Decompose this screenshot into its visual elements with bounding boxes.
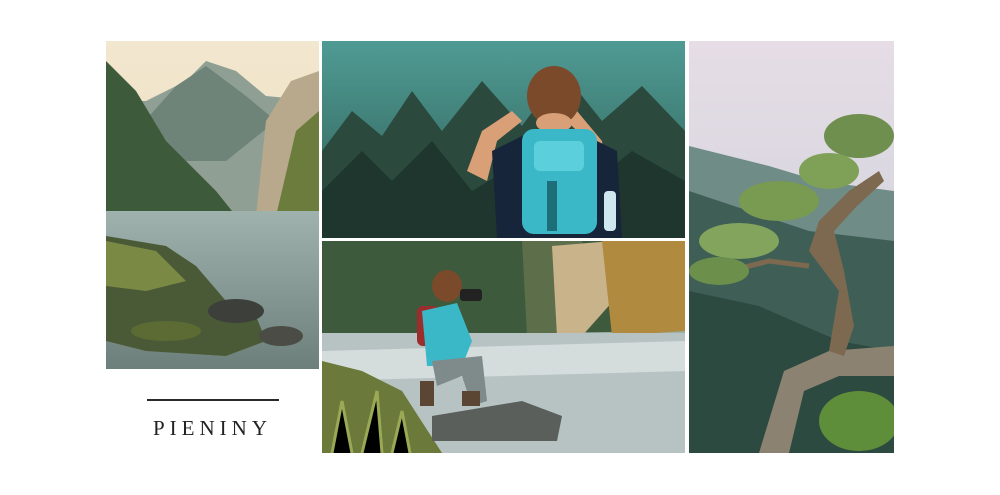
- mountain-river-photo: [106, 41, 319, 369]
- pine-tree-photo: [689, 41, 894, 453]
- hiker-binoculars-photo: [322, 241, 685, 453]
- hiker-backpack-photo: [322, 41, 685, 238]
- collage-title: PIENINY: [153, 416, 272, 440]
- title-divider-line: [147, 399, 279, 401]
